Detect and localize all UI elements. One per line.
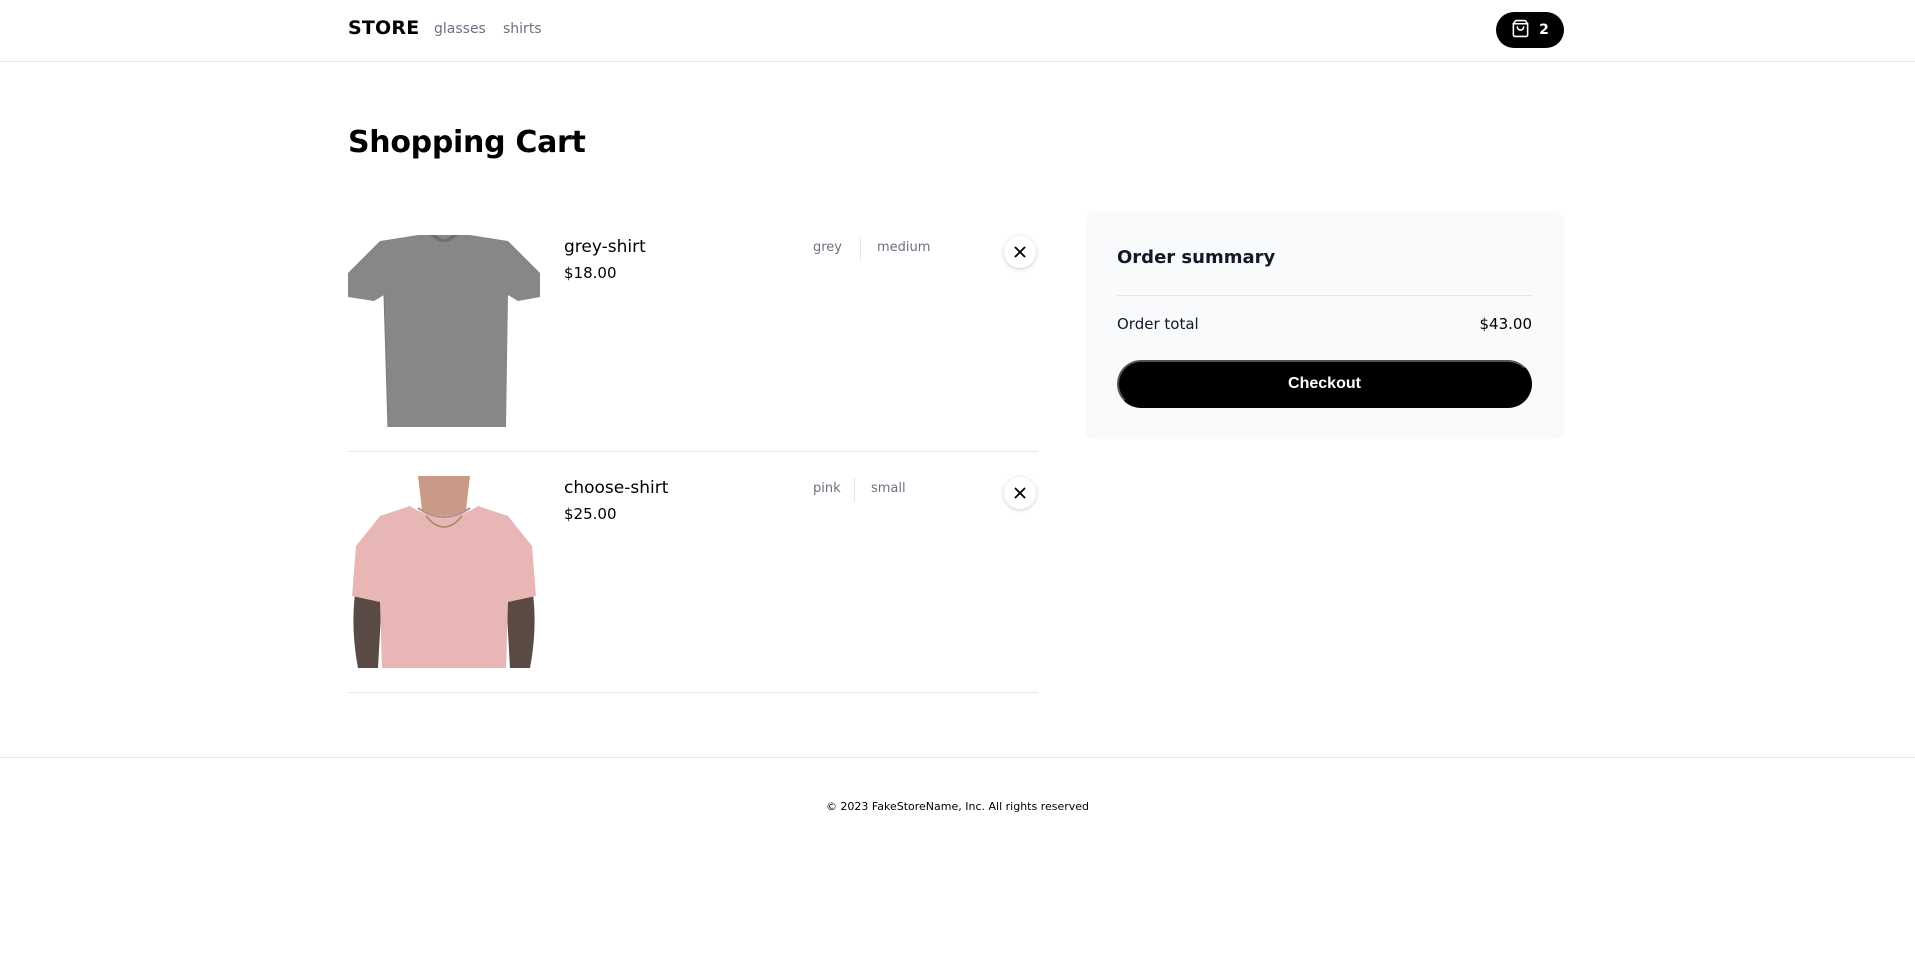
product-image[interactable] [348,235,540,427]
cart-item: choose-shirt $25.00 pink small [348,452,1038,693]
product-size: small [871,481,906,496]
cart-button[interactable]: 2 [1496,12,1564,48]
shopping-bag-icon [1511,19,1530,42]
attribute-divider [854,478,855,502]
product-name[interactable]: choose-shirt [564,478,668,498]
product-name[interactable]: grey-shirt [564,237,646,257]
footer: © 2023 FakeStoreName, Inc. All rights re… [0,757,1915,968]
checkout-button[interactable]: Checkout [1117,360,1532,408]
product-price: $25.00 [564,505,617,523]
order-summary-title: Order summary [1117,247,1276,268]
summary-divider [1117,295,1532,296]
store-logo[interactable]: STORE [348,17,419,39]
cart-list: grey-shirt $18.00 grey medium choose-shi… [348,211,1038,693]
product-price: $18.00 [564,264,617,282]
attribute-divider [860,237,861,261]
product-image[interactable] [348,476,540,668]
cart-count: 2 [1539,22,1549,38]
order-summary: Order summary Order total $43.00 Checkou… [1085,212,1564,439]
nav-link-shirts[interactable]: shirts [503,21,542,37]
close-icon [1014,243,1026,262]
close-icon [1014,484,1026,503]
remove-item-button[interactable] [1004,236,1036,268]
cart-item: grey-shirt $18.00 grey medium [348,211,1038,452]
product-size: medium [877,240,931,255]
order-total-value: $43.00 [1479,315,1533,333]
page-title: Shopping Cart [348,125,586,160]
nav-link-glasses[interactable]: glasses [434,21,486,37]
footer-copyright: © 2023 FakeStoreName, Inc. All rights re… [825,800,1090,813]
navbar: STORE glasses shirts 2 [0,0,1915,62]
product-color: pink [813,481,841,496]
remove-item-button[interactable] [1004,477,1036,509]
order-total-label: Order total [1117,315,1199,333]
product-color: grey [813,240,843,255]
